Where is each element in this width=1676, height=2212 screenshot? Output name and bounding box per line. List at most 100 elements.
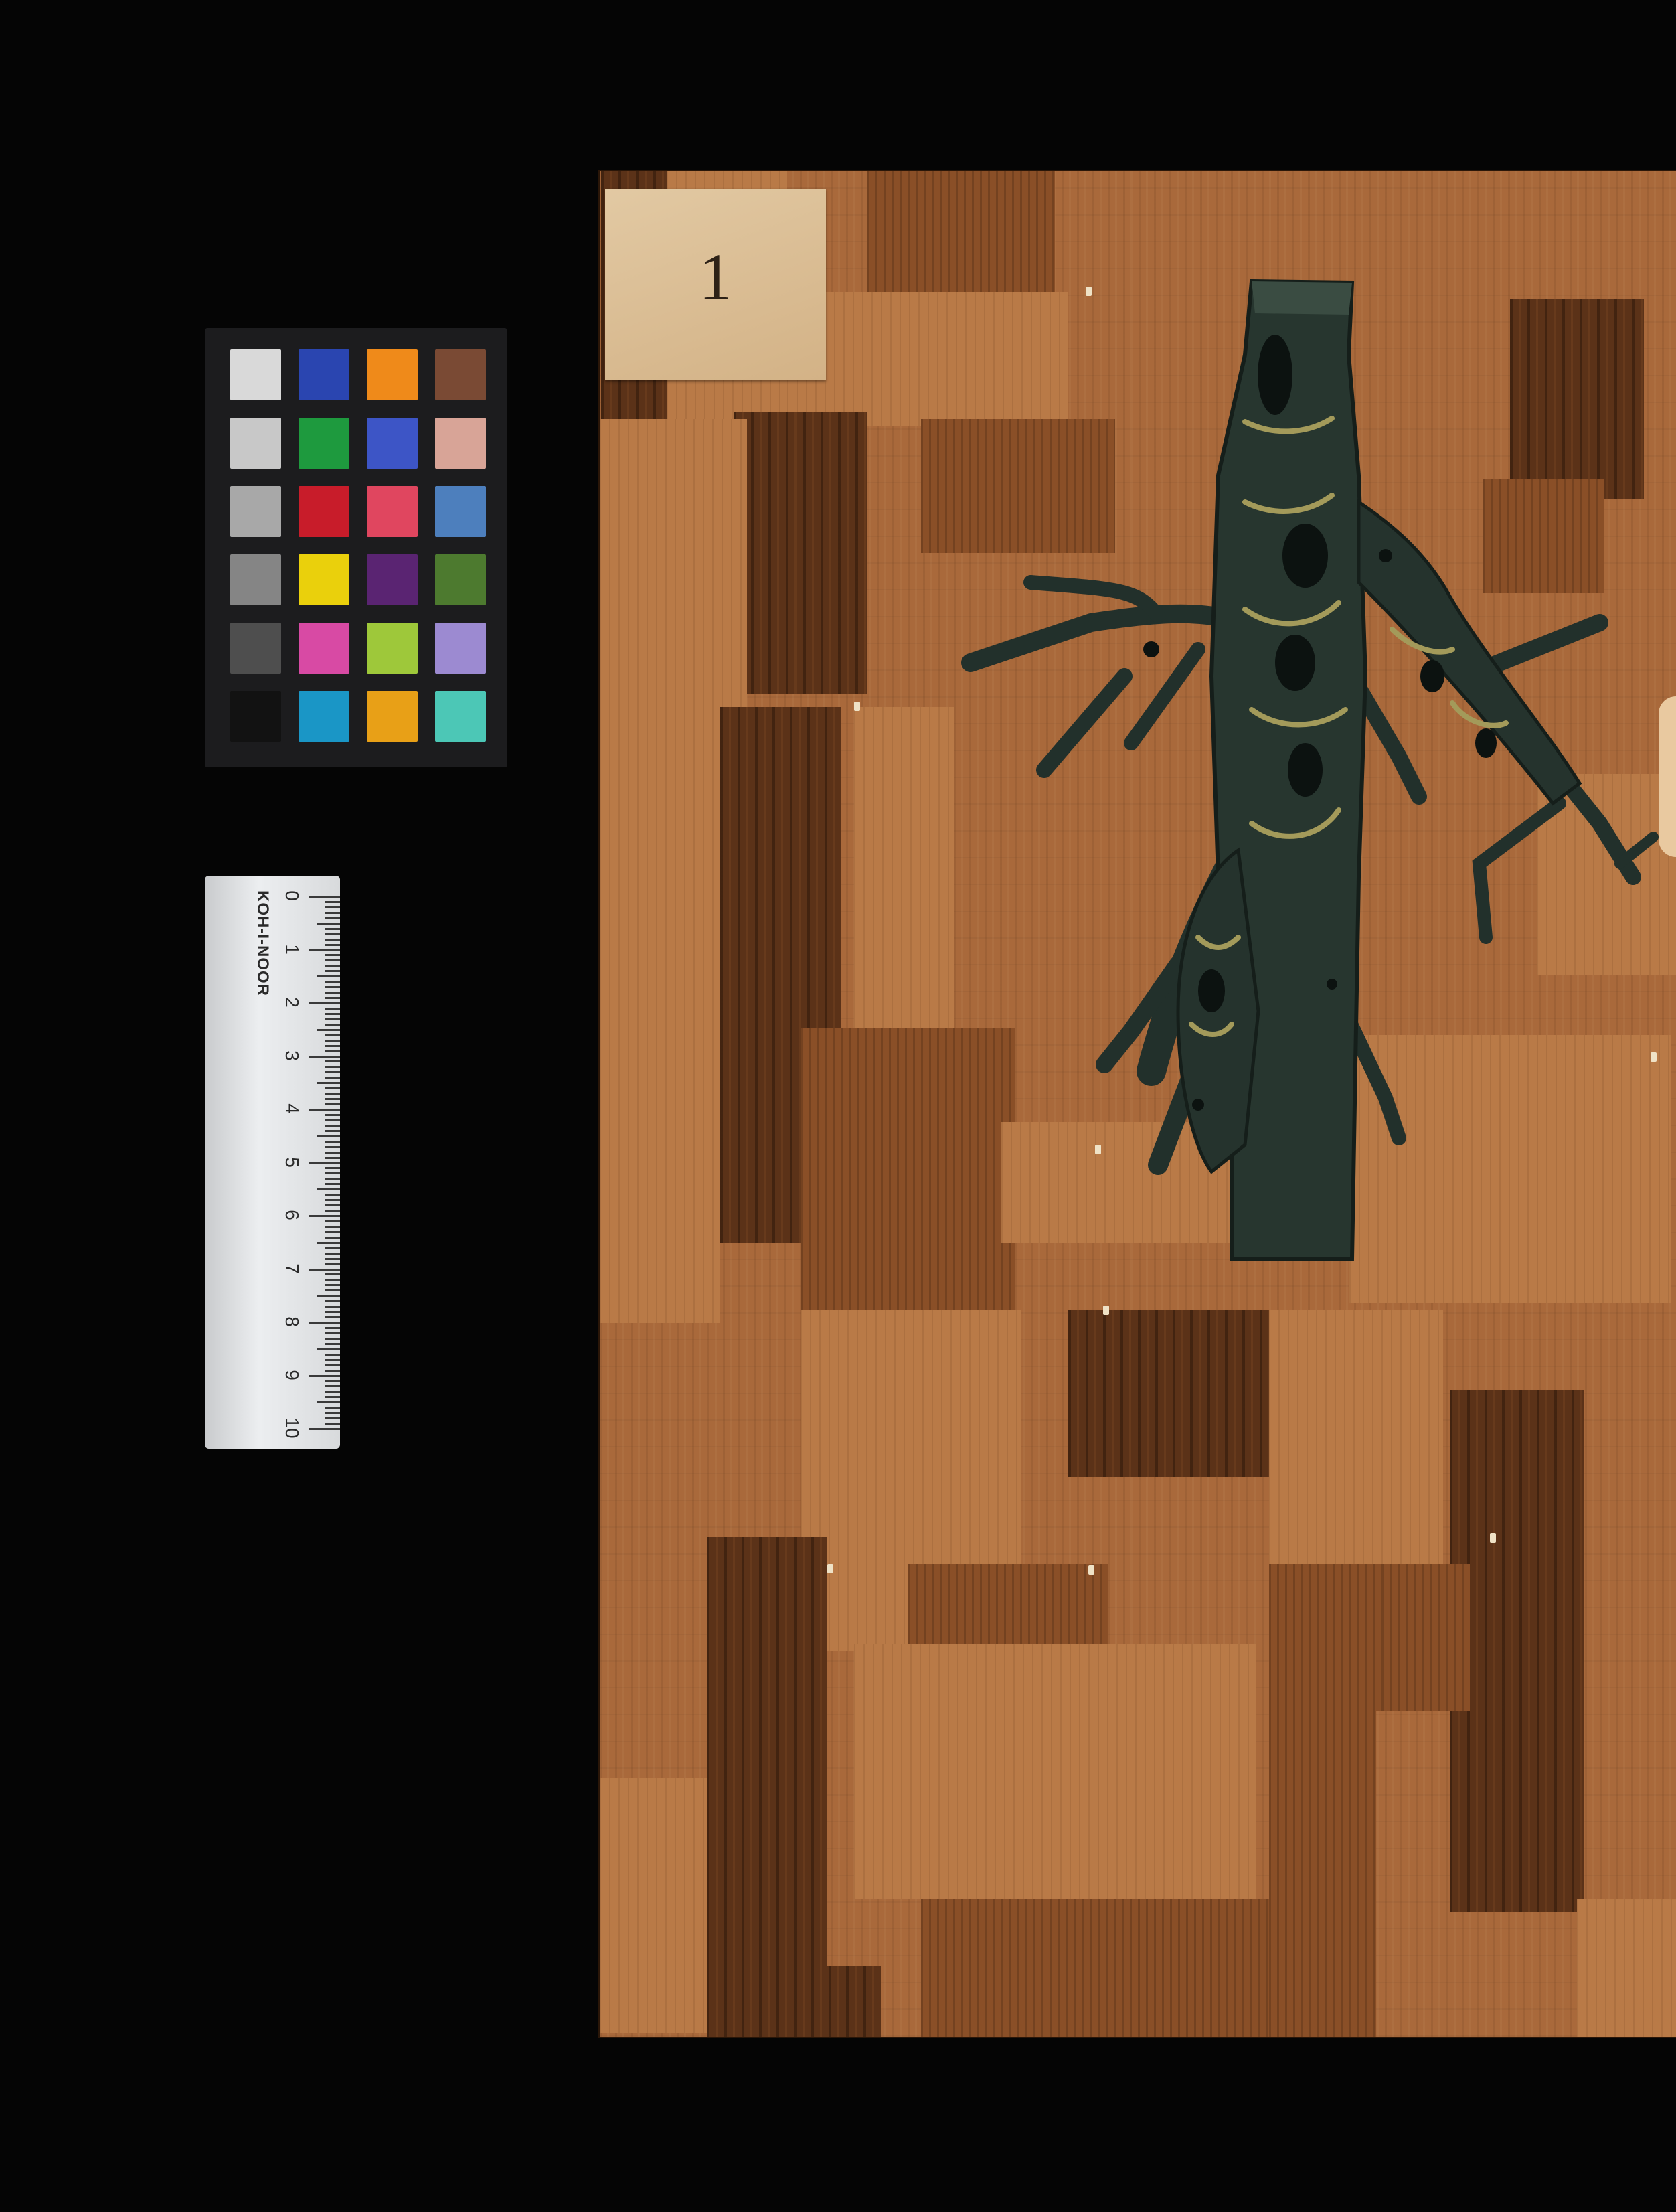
wood-block (921, 1899, 1269, 2037)
ruler-tick (325, 1129, 340, 1132)
ruler-number: 0 (282, 890, 303, 901)
color-patch (435, 554, 486, 605)
ruler-tick (325, 1087, 340, 1090)
bronze-vessel-cast (961, 279, 1659, 1261)
ruler-tick (309, 1428, 340, 1430)
ruler-tick (325, 1071, 340, 1074)
wood-block (707, 1537, 827, 1966)
ruler-tick (317, 1082, 340, 1085)
ruler-tick (325, 1306, 340, 1308)
ruler-tick (317, 975, 340, 978)
ruler-tick (325, 1039, 340, 1042)
color-patch (367, 418, 418, 469)
ruler-tick (325, 938, 340, 941)
ruler-tick (325, 1050, 340, 1052)
ruler-tick (325, 1103, 340, 1106)
ruler-tick (317, 1295, 340, 1297)
ruler-tick (317, 1241, 340, 1244)
ruler-number: 4 (282, 1103, 303, 1114)
wood-block (1269, 1711, 1376, 2037)
ruler-tick (325, 1417, 340, 1420)
ruler-tick (325, 1156, 340, 1159)
ruler-tick (325, 970, 340, 973)
ruler-tick (325, 1316, 340, 1319)
ruler-tick (325, 900, 340, 903)
ruler-tick (309, 1162, 340, 1164)
color-patch (230, 418, 281, 469)
wood-block (600, 1778, 707, 2033)
ruler-tick (325, 1167, 340, 1170)
ruler-tick (325, 1289, 340, 1292)
ruler-tick (325, 911, 340, 914)
color-patch (367, 486, 418, 537)
color-patch (367, 554, 418, 605)
ruler-tick (317, 1028, 340, 1031)
ruler-tick (325, 1279, 340, 1281)
ruler-tick (325, 1358, 340, 1361)
ruler-number: 8 (282, 1316, 303, 1327)
color-patch (367, 349, 418, 400)
ruler-tick (325, 1093, 340, 1095)
ruler-tick (309, 1322, 340, 1324)
ruler-tick (309, 1215, 340, 1217)
ruler-tick (325, 943, 340, 946)
wood-pin (827, 1564, 833, 1573)
ruler-tick (325, 965, 340, 967)
ruler-number: 3 (282, 1050, 303, 1061)
color-patch (299, 486, 349, 537)
ruler-tick (325, 1385, 340, 1388)
ruler-tick (325, 1066, 340, 1069)
ruler-tick (325, 981, 340, 983)
ruler-tick (325, 1225, 340, 1228)
color-patch (230, 691, 281, 742)
ruler-tick (325, 1178, 340, 1180)
ruler-number: 10 (282, 1417, 303, 1439)
ruler-tick (317, 1135, 340, 1137)
ruler-tick (325, 1220, 340, 1222)
color-patch (435, 623, 486, 674)
ruler-tick (325, 1060, 340, 1063)
ruler-tick (325, 1236, 340, 1239)
ruler-tick (325, 1199, 340, 1202)
ruler-tick (325, 1369, 340, 1372)
wood-pin (1088, 1565, 1094, 1575)
ruler-tick (325, 1007, 340, 1010)
color-patch (230, 623, 281, 674)
ruler: KOH-I-NOOR 0 1 2 3 4 5 6 7 8 9 10 (205, 876, 340, 1449)
ruler-tick (325, 1204, 340, 1207)
ruler-tick (325, 1098, 340, 1101)
cast-trunk-top (1252, 281, 1352, 315)
ruler-tick (325, 1247, 340, 1249)
paper-label: 1 (605, 189, 826, 380)
color-patch (230, 554, 281, 605)
ruler-tick (325, 1172, 340, 1175)
ruler-tick (325, 1407, 340, 1409)
ruler-tick (317, 1401, 340, 1404)
ruler-tick (325, 1311, 340, 1314)
ruler-tick (325, 992, 340, 994)
color-patch (299, 623, 349, 674)
ruler-tick (317, 922, 340, 925)
ruler-tick (325, 1146, 340, 1148)
ruler-tick (309, 1055, 340, 1058)
color-patch (435, 349, 486, 400)
ruler-tick (325, 954, 340, 957)
ruler-tick (325, 1380, 340, 1382)
ruler-tick (309, 949, 340, 951)
ruler-tick (325, 1210, 340, 1212)
ruler-tick (325, 1077, 340, 1079)
color-patch (230, 349, 281, 400)
wood-pin (854, 702, 860, 711)
color-patch (435, 418, 486, 469)
color-patch (367, 623, 418, 674)
wood-block (707, 1966, 881, 2037)
ruler-tick (325, 1231, 340, 1233)
wood-block (734, 412, 867, 694)
color-patch (435, 486, 486, 537)
wood-block (600, 868, 720, 1323)
ruler-number: 9 (282, 1369, 303, 1380)
wood-block (1577, 1899, 1676, 2037)
ruler-tick (325, 917, 340, 919)
ruler-tick (317, 1348, 340, 1350)
ruler-tick (325, 1151, 340, 1154)
